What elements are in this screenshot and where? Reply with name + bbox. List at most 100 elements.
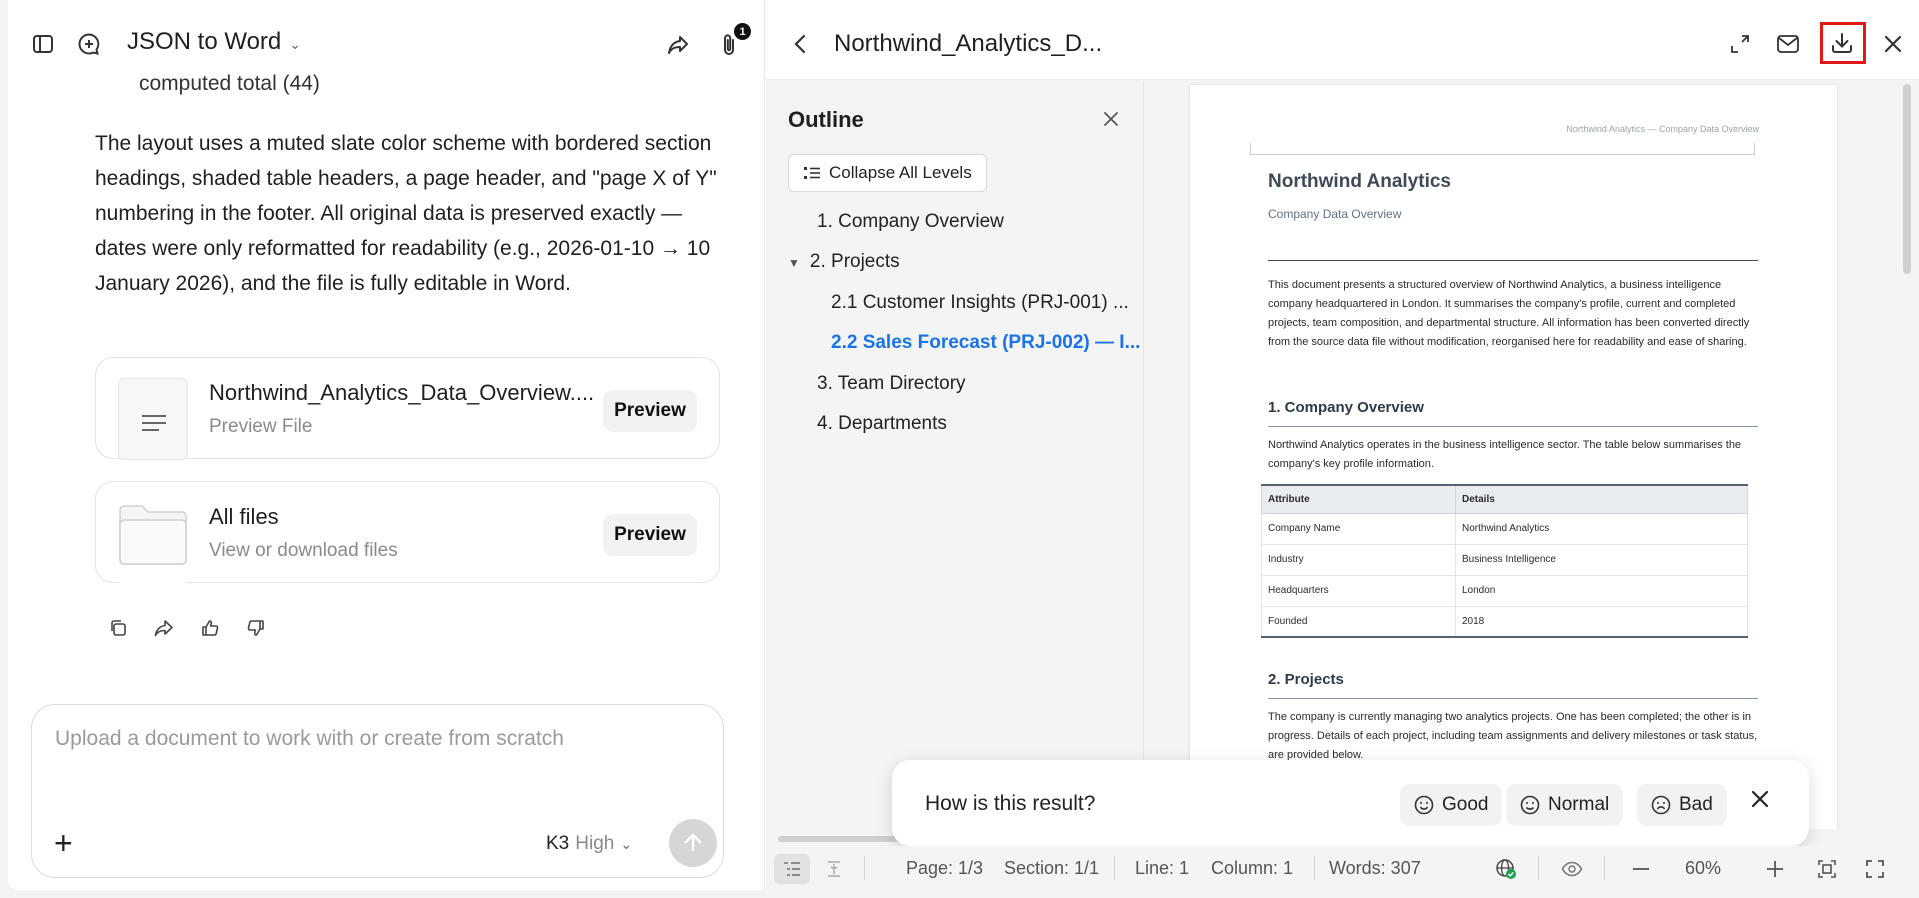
section2-rule bbox=[1268, 698, 1758, 699]
outline-item-projects[interactable]: ▼ 2. Projects bbox=[788, 251, 900, 273]
section2-heading: 2. Projects bbox=[1268, 671, 1344, 688]
zoom-out-icon[interactable] bbox=[1630, 858, 1652, 880]
title-rule bbox=[1268, 260, 1758, 261]
outline-item-company-overview[interactable]: 1. Company Overview bbox=[817, 211, 1004, 233]
table-header-cell: Attribute bbox=[1261, 484, 1456, 514]
feedback-normal-button[interactable]: Normal bbox=[1506, 784, 1624, 826]
outline-toggle-icon[interactable] bbox=[774, 854, 810, 884]
vertical-scrollbar[interactable] bbox=[1903, 84, 1911, 274]
composer: Upload a document to work with or create… bbox=[31, 704, 724, 878]
status-separator bbox=[1114, 856, 1115, 880]
outline-item-departments[interactable]: 4. Departments bbox=[817, 413, 947, 435]
section1-heading: 1. Company Overview bbox=[1268, 399, 1424, 416]
fullscreen-icon[interactable] bbox=[1864, 858, 1886, 880]
outline-item-sales-forecast[interactable]: 2.2 Sales Forecast (PRJ-002) — I... bbox=[831, 332, 1140, 354]
status-section: Section: 1/1 bbox=[1004, 858, 1100, 878]
chevron-down-icon: ⌄ bbox=[289, 35, 301, 52]
neutral-face-icon bbox=[1520, 795, 1540, 815]
section1-text: Northwind Analytics operates in the busi… bbox=[1268, 439, 1742, 470]
doc-intro: This document presents a structured over… bbox=[1268, 279, 1750, 348]
table-cell: 2018 bbox=[1455, 605, 1748, 638]
folder-icon bbox=[118, 502, 188, 584]
eye-icon[interactable] bbox=[1560, 858, 1584, 880]
download-highlight-box bbox=[1820, 22, 1866, 64]
chevron-down-icon: ⌄ bbox=[620, 835, 633, 852]
table-cell: Headquarters bbox=[1261, 574, 1456, 607]
model-selector[interactable]: K3 High ⌄ bbox=[546, 833, 632, 855]
feedback-bad-label: Bad bbox=[1679, 794, 1713, 815]
collapse-all-label: Collapse All Levels bbox=[829, 163, 972, 182]
preview-title: Northwind_Analytics_D... bbox=[834, 30, 1103, 57]
assistant-message: The layout uses a muted slate color sche… bbox=[95, 132, 717, 295]
table-cell: Northwind Analytics bbox=[1455, 512, 1748, 545]
share-message-icon[interactable] bbox=[152, 616, 176, 640]
doc-title: Northwind Analytics bbox=[1268, 171, 1451, 192]
document-icon bbox=[118, 378, 188, 460]
new-chat-icon[interactable] bbox=[76, 31, 102, 57]
sidebar-toggle-icon[interactable] bbox=[30, 31, 56, 57]
all-files-preview-button[interactable]: Preview bbox=[603, 514, 697, 556]
composer-input[interactable]: Upload a document to work with or create… bbox=[55, 727, 695, 751]
table-cell: Business Intelligence bbox=[1455, 543, 1748, 576]
arrow-up-icon bbox=[684, 833, 702, 852]
feedback-popup: How is this result? Good Normal Bad bbox=[892, 760, 1809, 846]
table-cell: Founded bbox=[1261, 605, 1456, 638]
fit-page-icon[interactable] bbox=[1816, 858, 1838, 880]
outline-close-icon[interactable] bbox=[1100, 108, 1122, 130]
feedback-good-label: Good bbox=[1442, 794, 1489, 815]
language-check-icon[interactable] bbox=[1494, 858, 1518, 880]
app-window: JSON to Word ⌄ 1 computed total (44) The… bbox=[8, 0, 1919, 890]
zoom-in-icon[interactable] bbox=[1764, 858, 1786, 880]
page-header-frame bbox=[1250, 143, 1755, 155]
close-icon[interactable] bbox=[1881, 32, 1905, 56]
all-files-subtitle: View or download files bbox=[209, 540, 398, 561]
feedback-close-icon[interactable] bbox=[1749, 788, 1771, 810]
outline-item-team-directory[interactable]: 3. Team Directory bbox=[817, 373, 966, 395]
status-line: Line: 1 bbox=[1135, 858, 1190, 878]
doc-subtitle: Company Data Overview bbox=[1268, 207, 1402, 221]
page-header: Northwind Analytics — Company Data Overv… bbox=[1566, 124, 1759, 134]
outline-panel: Outline Collapse All Levels 1. Company O… bbox=[766, 81, 1144, 829]
status-separator bbox=[1604, 856, 1605, 880]
company-table: Attribute Details Company Name Northwind … bbox=[1261, 484, 1748, 638]
chat-title[interactable]: JSON to Word ⌄ bbox=[127, 28, 301, 56]
feedback-good-button[interactable]: Good bbox=[1400, 784, 1503, 826]
outline-title: Outline bbox=[788, 107, 864, 132]
preview-file-button[interactable]: Preview bbox=[603, 390, 697, 432]
collapse-all-button[interactable]: Collapse All Levels bbox=[788, 154, 987, 192]
collapse-list-icon bbox=[804, 167, 820, 179]
all-files-card[interactable]: All files View or download files Preview bbox=[95, 481, 720, 584]
preview-header: Northwind_Analytics_D... bbox=[766, 0, 1919, 80]
page-layout-icon[interactable] bbox=[823, 858, 845, 880]
status-words: Words: 307 bbox=[1329, 858, 1421, 878]
back-arrow-icon[interactable] bbox=[788, 32, 812, 56]
section1-rule bbox=[1268, 426, 1758, 427]
send-button[interactable] bbox=[669, 819, 717, 867]
chat-title-text: JSON to Word bbox=[127, 28, 282, 55]
add-attachment-button[interactable]: + bbox=[54, 825, 73, 862]
horizontal-scrollbar[interactable] bbox=[778, 836, 908, 842]
document-viewport[interactable]: Northwind Analytics — Company Data Overv… bbox=[1145, 81, 1897, 829]
file-card[interactable]: Northwind_Analytics_Data_Overview.... Pr… bbox=[95, 357, 720, 460]
feedback-bad-button[interactable]: Bad bbox=[1637, 784, 1727, 826]
zoom-level[interactable]: 60% bbox=[1685, 858, 1721, 879]
smile-icon bbox=[1414, 795, 1434, 815]
share-icon[interactable] bbox=[665, 32, 691, 58]
status-page: Page: 1/3 bbox=[906, 858, 984, 878]
status-separator bbox=[1314, 856, 1315, 880]
thumbs-down-icon[interactable] bbox=[244, 616, 268, 640]
message-actions bbox=[106, 616, 268, 640]
computed-line: computed total (44) bbox=[139, 72, 320, 95]
model-level: High bbox=[575, 833, 615, 854]
table-cell: London bbox=[1455, 574, 1748, 607]
table-row: Headquarters London bbox=[1261, 574, 1748, 607]
copy-icon[interactable] bbox=[106, 616, 130, 640]
table-cell: Industry bbox=[1261, 543, 1456, 576]
mail-icon[interactable] bbox=[1775, 32, 1801, 56]
attachments-count-badge: 1 bbox=[734, 23, 751, 40]
thumbs-up-icon[interactable] bbox=[198, 616, 222, 640]
all-files-title: All files bbox=[209, 504, 279, 529]
outline-item-customer-insights[interactable]: 2.1 Customer Insights (PRJ-001) ... bbox=[831, 292, 1129, 314]
caret-down-icon[interactable]: ▼ bbox=[788, 256, 800, 270]
expand-icon[interactable] bbox=[1728, 32, 1752, 56]
